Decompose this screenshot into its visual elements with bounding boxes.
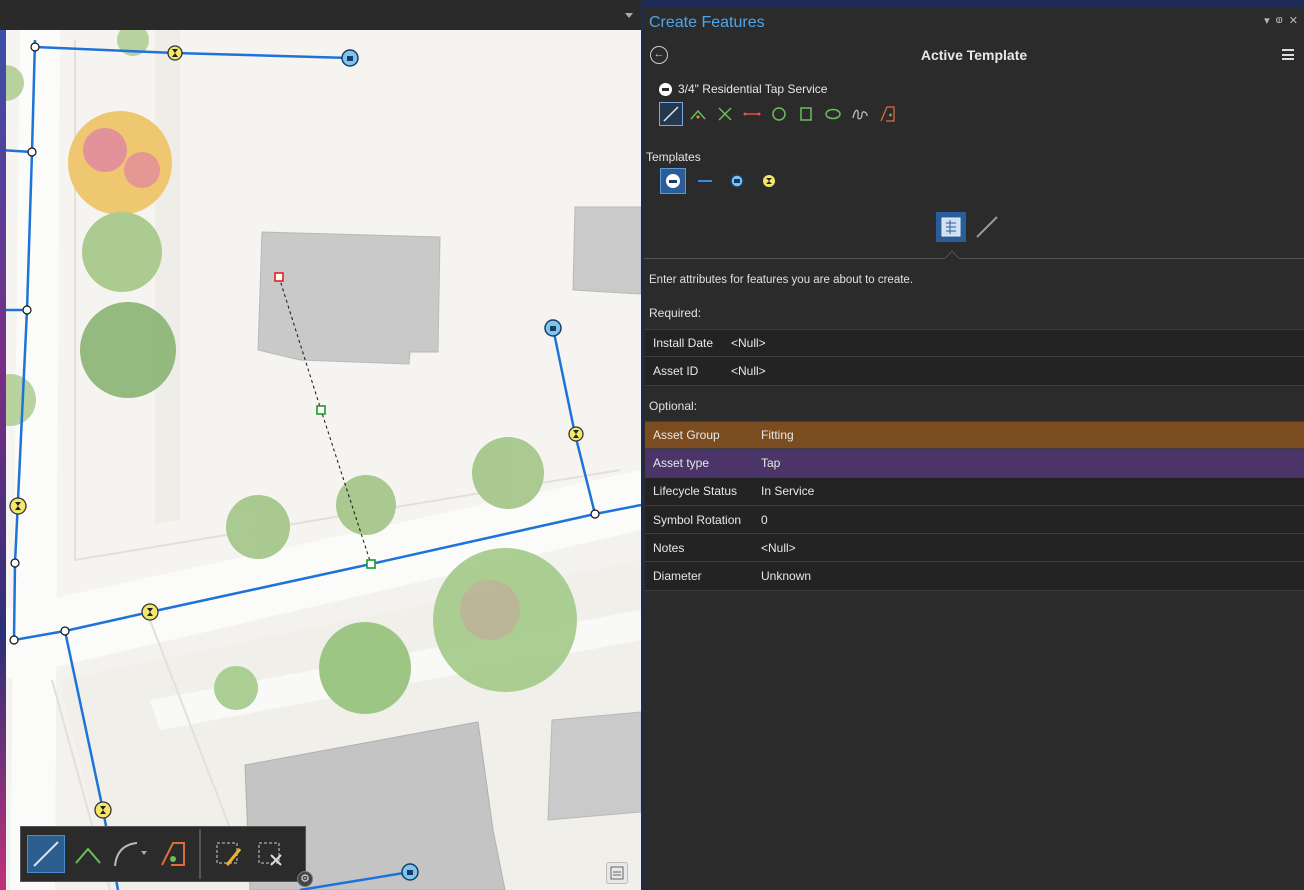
map-pane-toggle-icon[interactable] <box>606 862 628 884</box>
attribute-value[interactable]: <Null> <box>731 364 766 378</box>
sketch-end-vertex <box>366 559 376 569</box>
attribute-value[interactable]: Unknown <box>761 569 811 583</box>
active-template-name: 3/4" Residential Tap Service <box>659 82 827 96</box>
attribute-value[interactable]: 0 <box>761 513 768 527</box>
attribute-field: Symbol Rotation <box>653 512 742 527</box>
discard-icon[interactable] <box>251 835 289 873</box>
arc-tool-icon[interactable] <box>111 835 149 873</box>
line-icon[interactable] <box>659 102 683 126</box>
attribute-field: Install Date <box>653 336 714 351</box>
attributes-instructions: Enter attributes for features you are ab… <box>649 274 914 286</box>
attribute-row-notes[interactable]: Notes <Null> <box>645 534 1304 563</box>
attribute-row-diameter[interactable]: Diameter Unknown <box>645 562 1304 591</box>
ellipse-icon[interactable] <box>821 102 845 126</box>
attribute-field: Lifecycle Status <box>653 484 738 499</box>
required-section-label: Required: <box>649 306 702 320</box>
attribute-value[interactable]: Fitting <box>761 428 794 442</box>
pane-view-switcher <box>936 212 1002 242</box>
attribute-row-asset-id[interactable]: Asset ID <Null> <box>645 357 1304 386</box>
attribute-value[interactable]: <Null> <box>731 336 766 350</box>
line-feature-template-icon[interactable] <box>692 168 718 194</box>
distance-direction-icon[interactable] <box>740 102 764 126</box>
panel-title: Create Features <box>649 14 765 31</box>
service-point-template-icon[interactable] <box>724 168 750 194</box>
attribute-field: Asset ID <box>653 363 699 378</box>
attribute-row-asset-type[interactable]: Asset type Tap <box>645 449 1304 478</box>
sketch-mid-vertex <box>316 405 326 415</box>
attribute-field: Diameter <box>653 569 702 584</box>
freehand-icon[interactable] <box>848 102 872 126</box>
required-attributes-table: Install Date <Null> Asset ID <Null> <box>645 329 1304 386</box>
pane-menu-icon[interactable]: ▾ <box>1264 14 1270 27</box>
edit-vertices-icon[interactable] <box>209 835 247 873</box>
construction-toolbar: ⚙ <box>20 826 313 887</box>
right-angle-line-icon[interactable] <box>686 102 710 126</box>
template-name-label: 3/4" Residential Tap Service <box>678 82 828 96</box>
right-angle-tool-icon[interactable] <box>69 835 107 873</box>
geometry-line-icon[interactable] <box>972 212 1002 242</box>
close-icon[interactable]: ✕ <box>1289 14 1298 27</box>
trace-tool-icon[interactable] <box>153 835 191 873</box>
attribute-row-asset-group[interactable]: Asset Group Fitting <box>645 421 1304 450</box>
trace-icon[interactable] <box>875 102 899 126</box>
divider-notch <box>944 250 960 259</box>
tap-service-icon <box>659 82 672 96</box>
tap-service-template-icon[interactable] <box>660 168 686 194</box>
templates-label: Templates <box>646 150 701 164</box>
panel-top-edge <box>644 0 1304 8</box>
line-tool-icon[interactable] <box>27 835 65 873</box>
attribute-value[interactable]: <Null> <box>761 541 796 555</box>
attribute-value[interactable]: Tap <box>761 456 780 470</box>
toolbar-separator <box>199 829 201 879</box>
active-template-header: Active Template <box>920 47 1028 63</box>
optional-section-label: Optional: <box>649 399 698 413</box>
create-features-pane: Create Features ▾ ⱷ ✕ ← Active Template … <box>644 0 1304 890</box>
section-divider <box>644 258 1304 259</box>
pin-icon[interactable]: ⱷ <box>1276 14 1283 27</box>
templates-row <box>660 168 782 194</box>
optional-attributes-table: Asset Group Fitting Asset type Tap Lifec… <box>645 421 1304 591</box>
attribute-field: Notes <box>653 540 685 555</box>
attribute-value[interactable]: In Service <box>761 484 814 498</box>
valve-template-icon[interactable] <box>756 168 782 194</box>
panel-title-bar: Create Features ▾ ⱷ ✕ <box>644 8 1304 38</box>
map-menu-arrow-icon[interactable] <box>625 13 633 18</box>
map-view[interactable]: ⚙ <box>0 0 641 890</box>
map-left-edge <box>0 30 6 890</box>
attribute-field: Asset type <box>653 455 710 470</box>
panel-window-controls: ▾ ⱷ ✕ <box>1264 14 1298 27</box>
hamburger-menu-icon[interactable] <box>1282 49 1294 60</box>
sketch-start-vertex <box>274 272 284 282</box>
map-canvas[interactable] <box>0 30 641 890</box>
circle-icon[interactable] <box>767 102 791 126</box>
construction-tools-row <box>659 102 899 126</box>
attribute-row-install-date[interactable]: Install Date <Null> <box>645 329 1304 358</box>
gear-icon[interactable]: ⚙ <box>297 871 313 887</box>
attributes-table-icon[interactable] <box>936 212 966 242</box>
midpoint-icon[interactable] <box>713 102 737 126</box>
map-tab-bar <box>0 0 641 30</box>
attribute-row-lifecycle-status[interactable]: Lifecycle Status In Service <box>645 477 1304 506</box>
attribute-field: Asset Group <box>653 428 720 443</box>
attribute-row-symbol-rotation[interactable]: Symbol Rotation 0 <box>645 505 1304 535</box>
rectangle-icon[interactable] <box>794 102 818 126</box>
